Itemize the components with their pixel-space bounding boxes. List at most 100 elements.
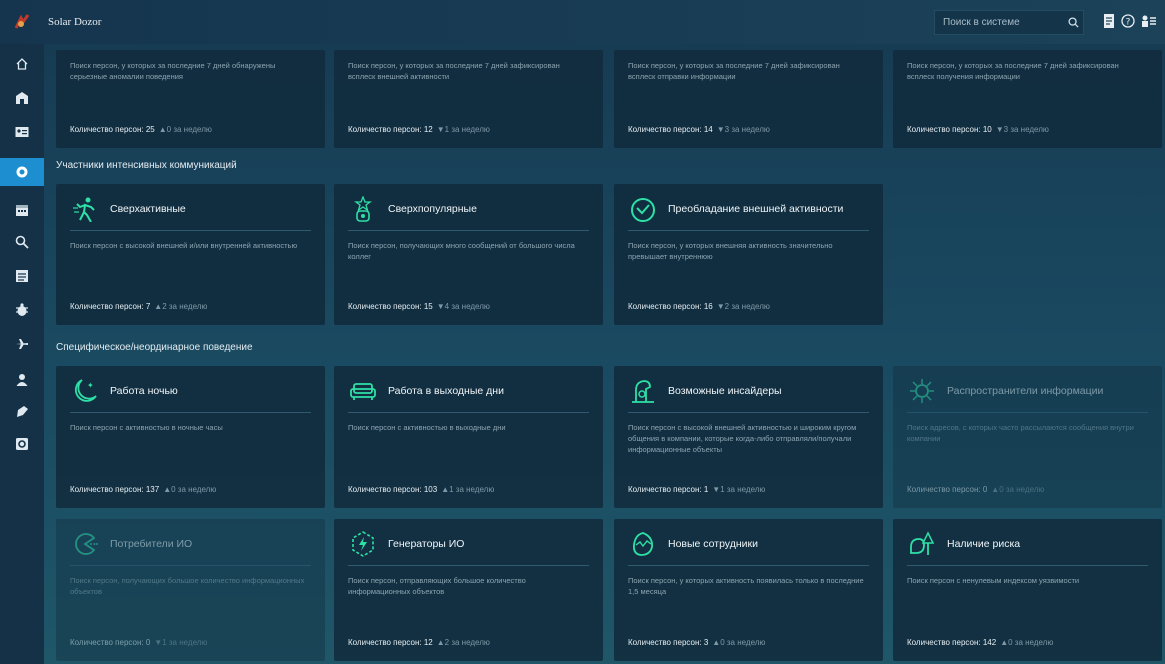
- card-title: Преобладание внешней активности: [668, 203, 844, 215]
- card-title: Работа в выходные дни: [388, 385, 504, 397]
- svg-text:✦: ✦: [87, 381, 94, 390]
- count-value: 0: [982, 485, 988, 494]
- card-divider: [70, 230, 311, 231]
- help-icon[interactable]: ?: [1119, 12, 1137, 30]
- weekly-delta: ▼3 за неделю: [716, 125, 770, 134]
- count-value: 16: [703, 302, 713, 311]
- person-icon: [16, 374, 28, 386]
- sidebar-item-dossier[interactable]: [0, 398, 44, 426]
- sidebar-item-persons[interactable]: [0, 366, 44, 394]
- building-icon: [16, 92, 28, 104]
- card-description: Поиск персон, у которых за последние 7 д…: [348, 61, 560, 81]
- card-external-surge[interactable]: Поиск персон, у которых за последние 7 д…: [334, 50, 603, 148]
- card-external-dominance[interactable]: Преобладание внешней активности Поиск пе…: [614, 184, 883, 325]
- card-weekend-work[interactable]: Работа в выходные дни Поиск персон с акт…: [334, 366, 603, 508]
- logo[interactable]: [0, 0, 44, 44]
- weekly-delta: ▲0 за неделю: [1000, 638, 1054, 647]
- card-hyperactive[interactable]: Сверхактивные Поиск персон с высокой вне…: [56, 184, 325, 325]
- gear-icon: [16, 438, 28, 450]
- card-divider: [907, 412, 1148, 413]
- weekly-delta: ▲0 за неделю: [991, 485, 1045, 494]
- card-description: Поиск адресов, с которых часто рассылают…: [907, 423, 1134, 443]
- card-title: Распространители информации: [947, 385, 1104, 397]
- count-label: Количество персон:: [348, 485, 422, 494]
- count-label: Количество персон:: [907, 485, 981, 494]
- count-value: 12: [423, 125, 433, 134]
- insider-icon: [632, 380, 654, 403]
- sidebar-item-home[interactable]: [0, 50, 44, 78]
- card-night-work[interactable]: ✦ Работа ночью Поиск персон с активность…: [56, 366, 325, 508]
- sidebar-item-profiles[interactable]: [0, 118, 44, 146]
- weekly-delta: ▼1 за неделю: [154, 638, 208, 647]
- list-icon: [16, 270, 28, 282]
- sidebar-item-analytics[interactable]: [0, 158, 44, 186]
- card-description: Поиск персон с высокой внешней активност…: [628, 423, 857, 454]
- card-footer: Количество персон: 16 ▼2 за неделю: [628, 302, 770, 311]
- card-io-generators[interactable]: Генераторы ИО Поиск персон, отправляющих…: [334, 519, 603, 661]
- count-label: Количество персон:: [628, 302, 702, 311]
- card-title: Работа ночью: [110, 385, 178, 397]
- card-divider: [628, 565, 869, 566]
- card-io-consumers[interactable]: Потребители ИО Поиск персон, получающих …: [56, 519, 325, 661]
- pacman-icon: [75, 533, 98, 555]
- card-description: Поиск персон, у которых внешняя активнос…: [628, 241, 833, 261]
- card-divider: [348, 565, 589, 566]
- sidebar-item-organization[interactable]: [0, 84, 44, 112]
- running-person-icon: [73, 197, 95, 222]
- lightning-icon: [352, 531, 374, 557]
- card-description: Поиск персон, получающих большое количес…: [70, 576, 305, 596]
- count-value: 0: [145, 638, 151, 647]
- count-value: 1: [703, 485, 709, 494]
- card-footer: Количество персон: 10 ▼3 за неделю: [907, 125, 1049, 134]
- card-divider: [628, 412, 869, 413]
- weekly-delta: ▲0 за неделю: [163, 485, 217, 494]
- card-description: Поиск персон с активностью в выходные дн…: [348, 423, 506, 432]
- card-receive-surge[interactable]: Поиск персон, у которых за последние 7 д…: [893, 50, 1162, 148]
- card-description: Поиск персон, у которых за последние 7 д…: [70, 61, 276, 81]
- weekly-delta: ▲0 за неделю: [712, 638, 766, 647]
- card-footer: Количество персон: 25 ▲0 за неделю: [70, 125, 212, 134]
- search-icon[interactable]: [1063, 17, 1083, 28]
- card-divider: [348, 230, 589, 231]
- sidebar-item-settings[interactable]: [0, 430, 44, 458]
- search-icon: [15, 235, 29, 249]
- report-icon[interactable]: [1100, 12, 1118, 30]
- card-description: Поиск персон, получающих много сообщений…: [348, 241, 575, 261]
- card-description: Поиск персон, у которых за последние 7 д…: [628, 61, 840, 81]
- card-risk[interactable]: Наличие риска Поиск персон с ненулевым и…: [893, 519, 1162, 661]
- count-value: 142: [982, 638, 997, 647]
- card-new-employees[interactable]: Новые сотрудники Поиск персон, у которых…: [614, 519, 883, 661]
- card-spreaders[interactable]: Распространители информации Поиск адресо…: [893, 366, 1162, 508]
- count-value: 10: [982, 125, 992, 134]
- card-description: Поиск персон с высокой внешней и/или вну…: [70, 241, 298, 250]
- card-insiders[interactable]: Возможные инсайдеры Поиск персон с высок…: [614, 366, 883, 508]
- card-description: Поиск персон с активностью в ночные часы: [70, 423, 223, 432]
- sidebar-item-policies[interactable]: [0, 296, 44, 324]
- calendar-icon: [16, 205, 28, 216]
- card-send-surge[interactable]: Поиск персон, у которых за последние 7 д…: [614, 50, 883, 148]
- card-divider: [70, 565, 311, 566]
- card-footer: Количество персон: 0 ▼1 за неделю: [70, 638, 207, 647]
- card-footer: Количество персон: 12 ▼1 за неделю: [348, 125, 490, 134]
- card-divider: [348, 412, 589, 413]
- user-menu-icon[interactable]: [1140, 12, 1158, 30]
- card-anomalies[interactable]: Поиск персон, у которых за последние 7 д…: [56, 50, 325, 148]
- card-superpopular[interactable]: Сверхпопулярные Поиск персон, получающих…: [334, 184, 603, 325]
- count-value: 12: [423, 638, 433, 647]
- sidebar-item-traffic[interactable]: [0, 330, 44, 358]
- sidebar-item-calendar[interactable]: [0, 196, 44, 224]
- bug-icon: [16, 303, 28, 316]
- count-label: Количество персон:: [348, 125, 422, 134]
- count-label: Количество персон:: [70, 485, 144, 494]
- global-search[interactable]: [934, 10, 1084, 35]
- moon-icon: ✦: [75, 379, 97, 402]
- sidebar-item-reports[interactable]: [0, 262, 44, 290]
- sidebar-item-search[interactable]: [0, 228, 44, 256]
- card-title: Генераторы ИО: [388, 538, 465, 550]
- search-input[interactable]: [943, 17, 1063, 28]
- virus-icon: [910, 379, 934, 403]
- card-divider: [70, 412, 311, 413]
- sofa-icon: [350, 383, 376, 400]
- count-label: Количество персон:: [348, 302, 422, 311]
- card-footer: Количество персон: 3 ▲0 за неделю: [628, 638, 765, 647]
